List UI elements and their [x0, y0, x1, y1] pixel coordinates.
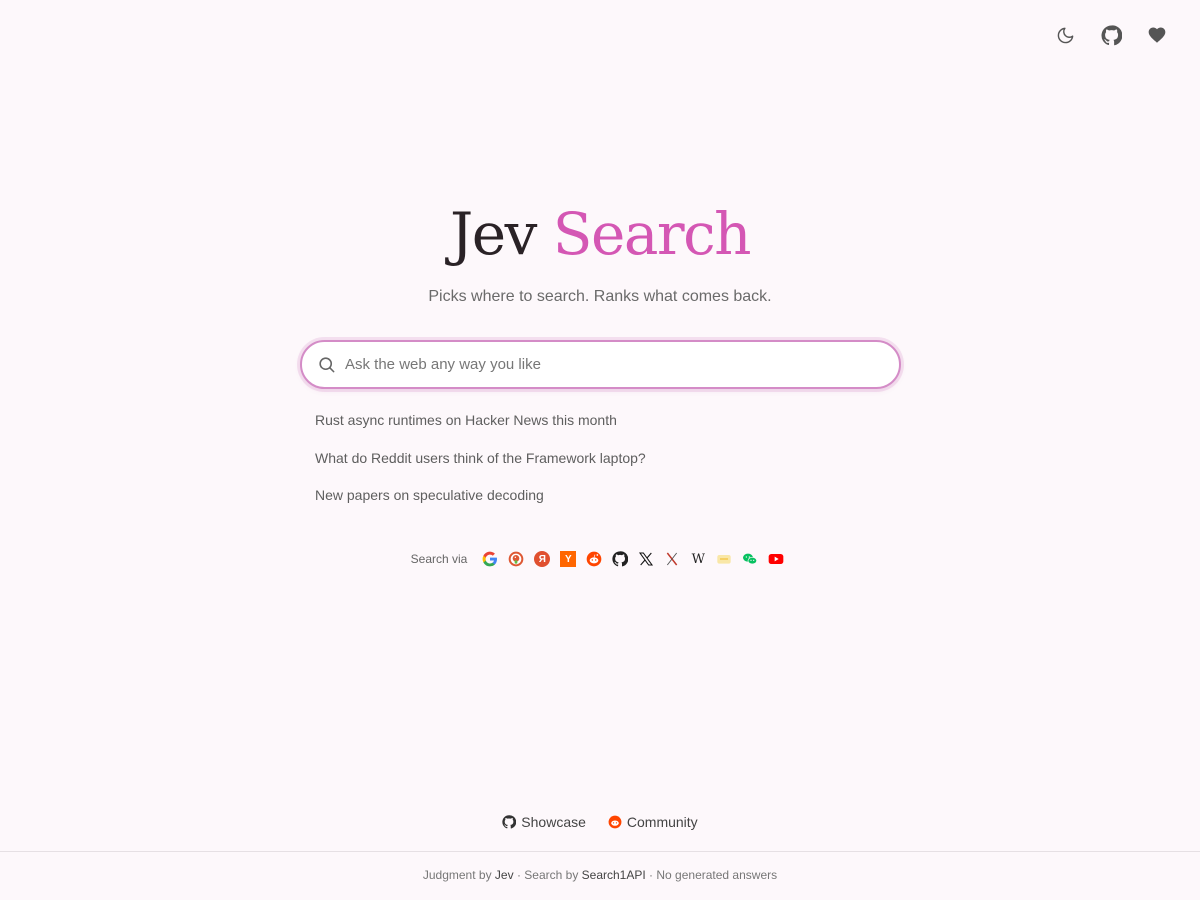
search-box[interactable] [300, 340, 901, 389]
xiaohongshu-icon[interactable] [664, 551, 680, 567]
reddit-icon[interactable] [586, 551, 602, 567]
suggestion-item[interactable]: New papers on speculative decoding [315, 486, 895, 524]
showcase-label: Showcase [521, 814, 586, 830]
suggestion-list: Rust async runtimes on Hacker News this … [315, 411, 895, 524]
github-icon[interactable] [1100, 24, 1122, 46]
jev-link[interactable]: Jev [495, 868, 514, 882]
footer-credits: Judgment by Jev · Search by Search1API ·… [0, 868, 1200, 882]
wikipedia-icon[interactable]: W [690, 551, 706, 567]
github-icon[interactable] [612, 551, 629, 567]
moon-icon[interactable] [1054, 24, 1076, 46]
yandex-icon[interactable]: Я [534, 551, 551, 567]
suggestion-item[interactable]: Rust async runtimes on Hacker News this … [315, 411, 895, 449]
heart-icon[interactable] [1146, 24, 1168, 46]
github-icon [502, 815, 517, 829]
brand-word-search: Search [552, 200, 752, 268]
youtube-icon[interactable] [768, 551, 784, 567]
search-input[interactable] [345, 356, 865, 373]
google-icon[interactable] [482, 551, 498, 567]
x-icon[interactable] [638, 551, 654, 567]
suggestion-item[interactable]: What do Reddit users think of the Framew… [315, 449, 895, 487]
footer-divider [0, 851, 1200, 852]
search-via-label: Search via [410, 552, 468, 566]
search-icon [317, 355, 337, 375]
footer-links: Showcase Community [0, 814, 1200, 830]
tagline: Picks where to search. Ranks what comes … [428, 288, 772, 305]
search-sources: Search via Я Y W [0, 551, 1200, 567]
duckduckgo-icon[interactable] [508, 551, 524, 567]
brand-word-jev: Jev [450, 200, 537, 268]
credits-prefix: Judgment by [422, 868, 492, 882]
brand-title: Jev Search [0, 196, 1200, 272]
showcase-link[interactable]: Showcase [502, 814, 586, 830]
search1api-link[interactable]: Search1API [582, 868, 646, 882]
reddit-icon [608, 815, 622, 829]
community-link[interactable]: Community [608, 814, 698, 830]
header-icons [1054, 24, 1168, 46]
wechat-icon[interactable] [742, 551, 758, 567]
credits-suffix: · No generated answers [649, 868, 778, 882]
community-label: Community [626, 814, 698, 830]
bilibili-icon[interactable] [716, 551, 732, 567]
credits-middle: · Search by [516, 868, 579, 882]
hacker-news-icon[interactable]: Y [560, 551, 577, 567]
